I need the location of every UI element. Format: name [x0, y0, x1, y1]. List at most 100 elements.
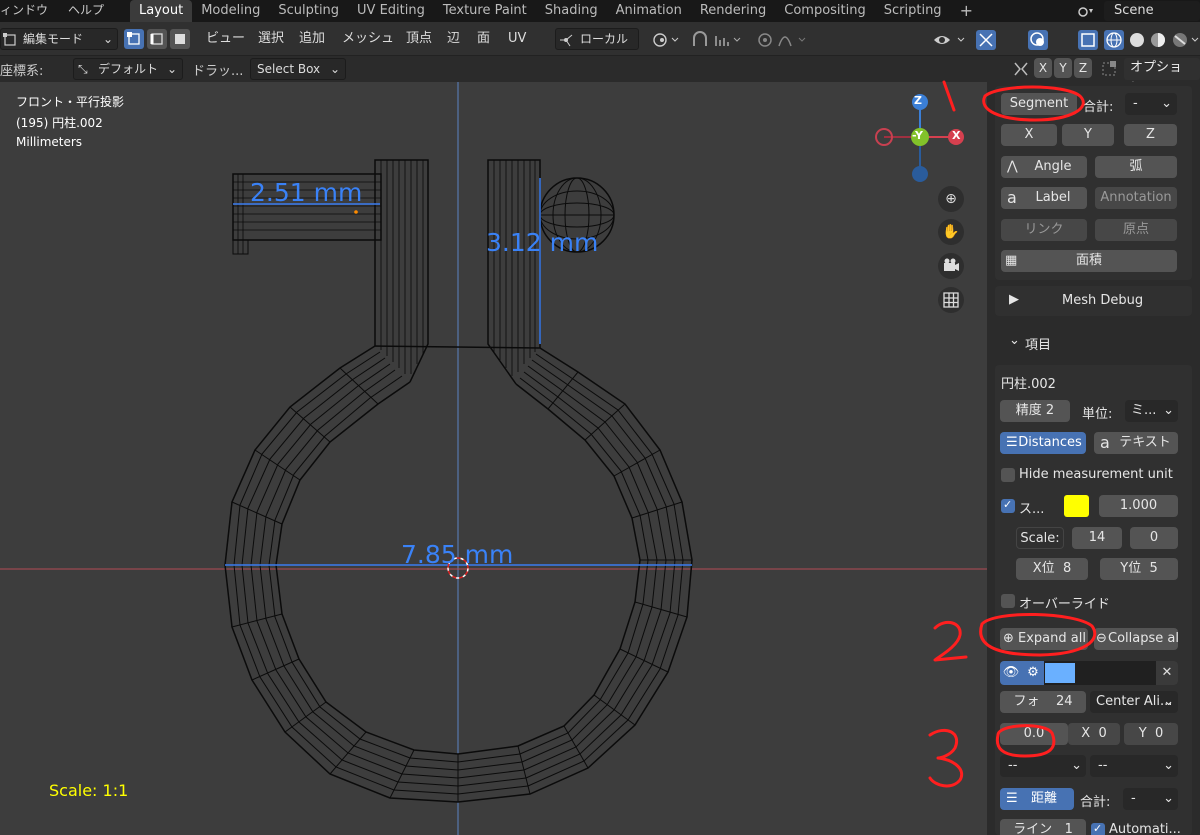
mirror-y-button[interactable]: Y — [1054, 58, 1072, 78]
xray-toggle[interactable] — [1078, 30, 1098, 50]
label-label: Label — [1035, 190, 1071, 205]
y-position-field[interactable]: Y位 5 — [1100, 558, 1178, 580]
axis-z-button[interactable]: Z — [1124, 124, 1177, 146]
tab-rendering[interactable]: Rendering — [691, 0, 775, 22]
scene-name-field[interactable]: Scene — [1104, 1, 1200, 21]
proportional-edit[interactable] — [755, 30, 811, 50]
menu-select[interactable]: 選択 — [258, 22, 284, 56]
angle-button[interactable]: ⋀ Angle — [1001, 156, 1087, 178]
tab-modeling[interactable]: Modeling — [192, 0, 269, 22]
select-box-dropdown[interactable]: Select Box ⌄ — [250, 58, 346, 80]
visibility-icon[interactable] — [932, 30, 968, 50]
segment-button[interactable]: Segment — [1001, 93, 1077, 115]
automatic-checkbox[interactable]: ✓ — [1091, 822, 1105, 835]
align-dropdown[interactable]: Center Ali... ⌄ — [1090, 691, 1178, 713]
menu-face[interactable]: 面 — [477, 22, 490, 56]
camera-view-button[interactable] — [938, 253, 964, 279]
items-header[interactable]: 項目 — [1025, 334, 1051, 353]
mode-dropdown[interactable]: 編集モード ⌄ — [0, 28, 118, 50]
x-position-field[interactable]: X位 8 — [1016, 558, 1088, 580]
scale-field-1[interactable]: 14 — [1072, 527, 1122, 549]
sum-dropdown[interactable]: - ⌄ — [1125, 93, 1177, 115]
menu-edge[interactable]: 辺 — [447, 22, 460, 56]
collapse-all-button[interactable]: ⊖ Collapse all — [1094, 628, 1178, 650]
offset-field[interactable]: 0.0 — [1000, 723, 1068, 745]
shading-mode-icons[interactable] — [1128, 31, 1200, 49]
label-button[interactable]: a Label — [1001, 187, 1087, 209]
3d-viewport[interactable]: フロント・平行投影 (195) 円柱.002 Millimeters 2.51 … — [0, 82, 990, 835]
hide-unit-checkbox[interactable] — [1001, 468, 1015, 482]
distances-button[interactable]: ☰ Distances — [1000, 432, 1086, 454]
axis-y-button[interactable]: Y — [1062, 124, 1114, 146]
add-workspace-button[interactable]: + — [951, 0, 982, 22]
eye-icon[interactable]: 👁 — [1000, 661, 1022, 685]
mirror-x-button[interactable]: X — [1034, 58, 1052, 78]
coord-system-dropdown[interactable]: ⤡ デフォルト ⌄ — [73, 58, 183, 80]
tab-layout[interactable]: Layout — [130, 0, 193, 22]
expand-all-button[interactable]: ⊕ Expand all — [1000, 628, 1088, 650]
menu-uv[interactable]: UV — [508, 22, 526, 56]
pivot-point-dropdown[interactable] — [650, 30, 680, 50]
gizmo-toggle[interactable] — [976, 30, 996, 50]
link-button[interactable]: リンク — [1001, 219, 1087, 241]
overlay-toggle[interactable] — [1028, 30, 1048, 50]
opacity-field[interactable]: 1.000 — [1099, 495, 1178, 517]
pan-button[interactable]: ✋ — [938, 219, 964, 245]
zoom-button[interactable]: ⊕ — [938, 186, 964, 212]
text-button[interactable]: a テキスト — [1094, 432, 1178, 454]
line-width-field[interactable]: ライン 1 — [1000, 819, 1086, 835]
tab-shading[interactable]: Shading — [536, 0, 607, 22]
axis-x-button[interactable]: X — [1001, 124, 1057, 146]
menu-help[interactable]: ヘルプ — [68, 0, 104, 22]
arc-button[interactable]: 弧 — [1095, 156, 1177, 178]
annotation-button[interactable]: Annotation — [1095, 187, 1177, 209]
distance-button[interactable]: ☰ 距離 — [1000, 788, 1074, 810]
menu-mesh[interactable]: メッシュ — [342, 22, 394, 56]
origin-button[interactable]: 原点 — [1095, 219, 1177, 241]
offset-y-field[interactable]: Y 0 — [1124, 723, 1178, 745]
vertex-select-button[interactable] — [124, 29, 144, 49]
perspective-toggle-button[interactable] — [938, 287, 964, 313]
menu-view[interactable]: ビュー — [206, 22, 245, 56]
offset-x-field[interactable]: X 0 — [1068, 723, 1120, 745]
dropdown-1[interactable]: -- ⌄ — [1000, 755, 1086, 777]
face-select-button[interactable] — [170, 29, 190, 49]
s-checkbox[interactable]: ✓ — [1001, 498, 1015, 513]
scale-field-2[interactable]: 0 — [1130, 527, 1178, 549]
menu-add[interactable]: 追加 — [299, 22, 325, 56]
font-size-field[interactable]: フォ 24 — [1000, 691, 1086, 713]
tab-animation[interactable]: Animation — [607, 0, 691, 22]
gear-icon[interactable]: ⚙ — [1022, 661, 1044, 685]
mesh-debug-panel[interactable]: ▶ Mesh Debug — [995, 286, 1192, 316]
transform-orientation-dropdown[interactable]: ローカル — [555, 28, 639, 50]
scale-readout: Scale: 1:1 — [49, 781, 129, 800]
wireframe-shading-button[interactable] — [1104, 30, 1124, 50]
mesh-debug-label: Mesh Debug — [1062, 293, 1144, 308]
menu-window[interactable]: ィンドウ — [0, 0, 48, 22]
options-dropdown[interactable]: オプション — [1124, 58, 1200, 95]
auto-merge-icon[interactable] — [1100, 60, 1120, 78]
collapse-arrow-icon[interactable]: ⌄ — [1009, 333, 1020, 348]
dropdown-2[interactable]: -- ⌄ — [1090, 755, 1178, 777]
tab-sculpting[interactable]: Sculpting — [269, 0, 348, 22]
mirror-z-button[interactable]: Z — [1074, 58, 1092, 78]
tab-scripting[interactable]: Scripting — [875, 0, 951, 22]
override-checkbox[interactable] — [1001, 594, 1015, 608]
tab-uv-editing[interactable]: UV Editing — [348, 0, 434, 22]
edge-select-button[interactable] — [147, 29, 167, 49]
scene-selector[interactable]: Scene — [1072, 1, 1200, 21]
zoom-icon: ⊕ — [945, 191, 957, 207]
precision-field[interactable]: 精度 2 — [1000, 400, 1070, 422]
sum2-dropdown[interactable]: - ⌄ — [1123, 788, 1178, 810]
color-swatch[interactable] — [1064, 495, 1089, 517]
area-button[interactable]: ▦ 面積 — [1001, 250, 1177, 272]
tab-compositing[interactable]: Compositing — [775, 0, 875, 22]
item-color-swatch[interactable] — [1045, 663, 1075, 683]
offset-x-value: 0 — [1098, 726, 1107, 741]
unit-dropdown[interactable]: ミ... ⌄ — [1125, 400, 1178, 422]
close-icon[interactable]: ✕ — [1156, 661, 1178, 685]
snap-controls[interactable] — [690, 30, 746, 50]
tab-texture-paint[interactable]: Texture Paint — [434, 0, 536, 22]
menu-vertex[interactable]: 頂点 — [406, 22, 432, 56]
sum-value: - — [1133, 96, 1138, 111]
